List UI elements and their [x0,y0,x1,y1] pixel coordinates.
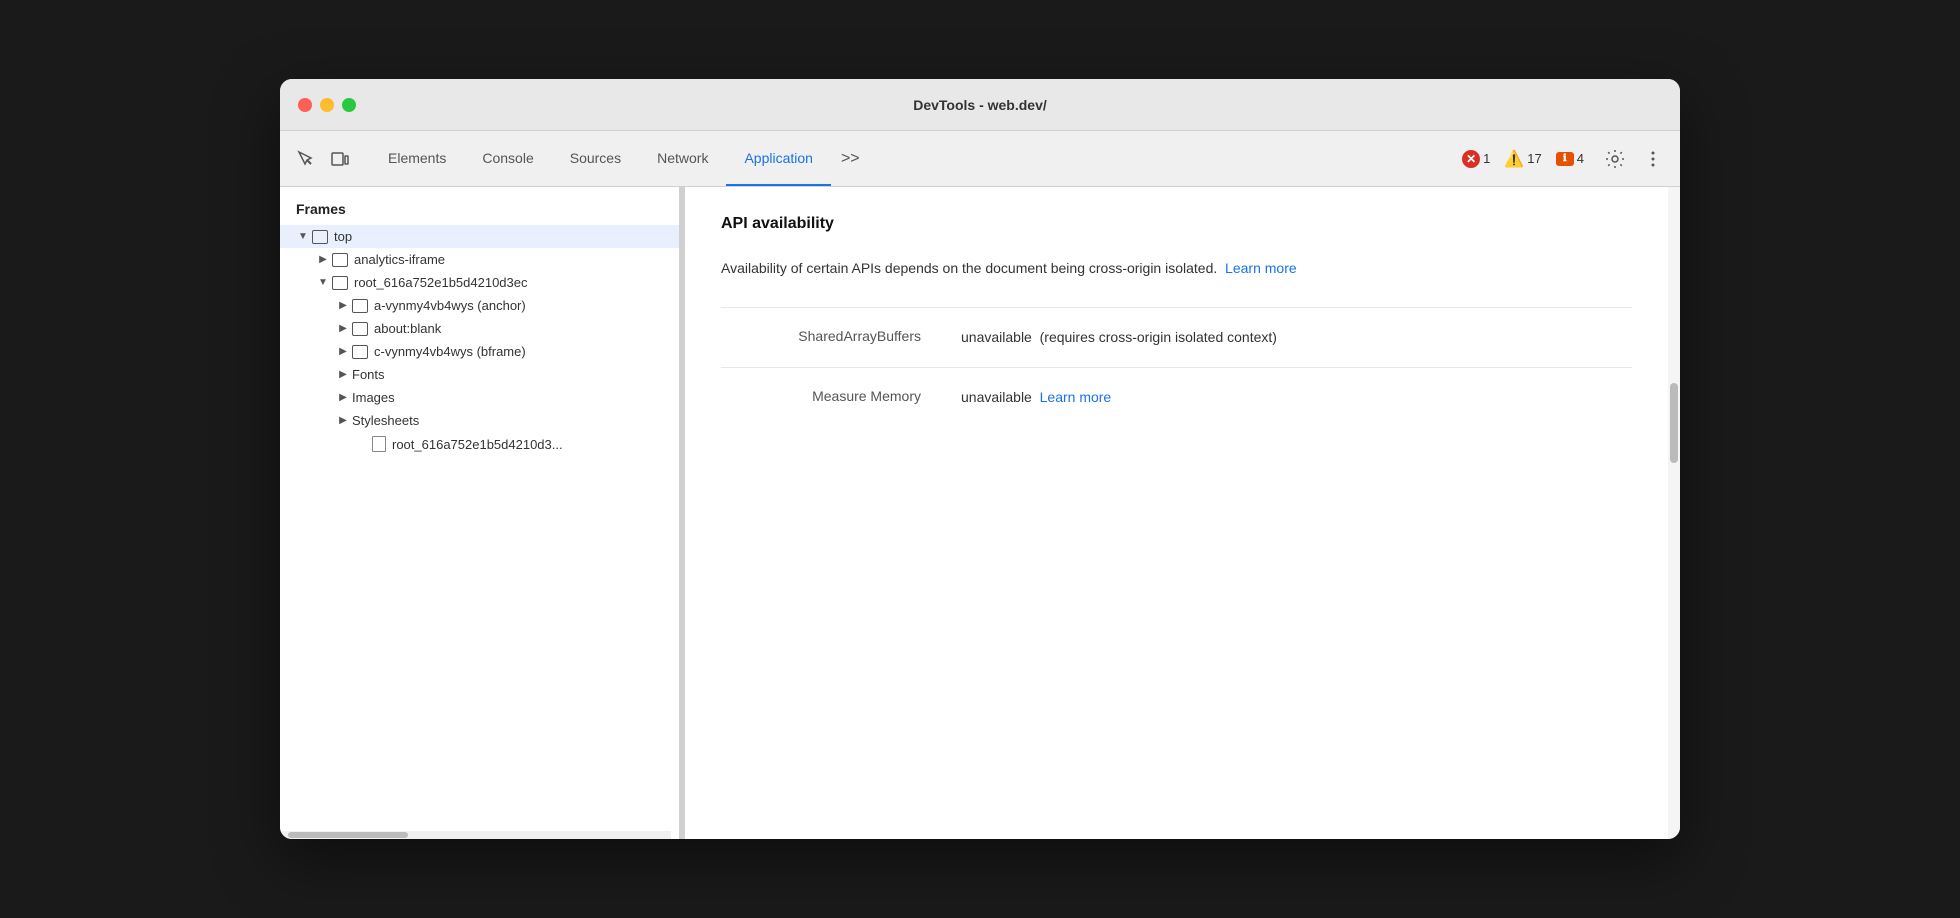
api-row-shared-array-buffers: SharedArrayBuffers unavailable (requires… [721,307,1632,366]
tab-network[interactable]: Network [639,131,726,186]
frame-icon-root [332,276,348,290]
toolbar-icons [292,145,354,173]
window-controls [298,98,356,112]
content-scrollbar[interactable] [1668,187,1680,839]
api-description: Availability of certain APIs depends on … [721,257,1632,279]
api-value-measure-memory: unavailable Learn more [961,386,1632,408]
maximize-button[interactable] [342,98,356,112]
sidebar-horizontal-scrollbar[interactable] [280,831,671,839]
sidebar: Frames top analytics-iframe root_616a752… [280,187,680,839]
content-scrollbar-thumb [1670,383,1678,463]
minimize-button[interactable] [320,98,334,112]
sidebar-item-top[interactable]: top [280,225,679,248]
frame-icon-bframe [352,345,368,359]
api-value-shared-array-buffers: unavailable (requires cross-origin isola… [961,326,1632,348]
titlebar: DevTools - web.dev/ [280,79,1680,131]
tab-console[interactable]: Console [464,131,551,186]
api-table: SharedArrayBuffers unavailable (requires… [721,307,1632,426]
tab-elements[interactable]: Elements [370,131,464,186]
main-area: Frames top analytics-iframe root_616a752… [280,187,1680,839]
sidebar-item-root-file[interactable]: root_616a752e1b5d4210d3... [280,432,679,456]
frame-icon-about-blank [352,322,368,336]
api-label-measure-memory: Measure Memory [721,386,941,407]
sidebar-item-fonts[interactable]: Fonts [280,363,679,386]
tree-arrow-bframe [336,346,350,357]
info-icon: ℹ [1556,152,1574,166]
warning-badge[interactable]: ⚠️ 17 [1504,149,1541,169]
measure-memory-learn-more-link[interactable]: Learn more [1040,389,1112,405]
sidebar-hscroll-thumb [288,832,408,838]
content-panel: API availability Availability of certain… [685,187,1668,839]
toolbar-tabs: Elements Console Sources Network Applica… [370,131,1462,186]
device-toolbar-icon[interactable] [326,145,354,173]
error-badge[interactable]: ✕ 1 [1462,150,1490,168]
tab-sources[interactable]: Sources [552,131,639,186]
toolbar-right: ✕ 1 ⚠️ 17 ℹ 4 [1462,144,1668,174]
settings-button[interactable] [1600,144,1630,174]
tab-application[interactable]: Application [726,131,831,186]
more-options-button[interactable] [1638,144,1668,174]
sidebar-item-anchor[interactable]: a-vynmy4vb4wys (anchor) [280,294,679,317]
toolbar: Elements Console Sources Network Applica… [280,131,1680,187]
warning-icon: ⚠️ [1504,149,1524,169]
select-element-icon[interactable] [292,145,320,173]
api-label-shared-array-buffers: SharedArrayBuffers [721,326,941,347]
tree-arrow-top [296,231,310,242]
frame-icon-analytics [332,253,348,267]
api-row-measure-memory: Measure Memory unavailable Learn more [721,367,1632,426]
file-icon-root [372,436,386,452]
error-icon: ✕ [1462,150,1480,168]
sidebar-item-root[interactable]: root_616a752e1b5d4210d3ec [280,271,679,294]
sidebar-item-analytics-iframe[interactable]: analytics-iframe [280,248,679,271]
tree-arrow-anchor [336,300,350,311]
tree-arrow-images [336,392,350,403]
frame-icon-anchor [352,299,368,313]
sidebar-item-about-blank[interactable]: about:blank [280,317,679,340]
tree-arrow-fonts [336,369,350,380]
sidebar-item-bframe[interactable]: c-vynmy4vb4wys (bframe) [280,340,679,363]
api-learn-more-link[interactable]: Learn more [1225,260,1297,276]
sidebar-section-frames: Frames [280,187,679,225]
more-tabs-button[interactable]: >> [831,131,870,186]
tree-arrow-root [316,277,330,288]
sidebar-item-images[interactable]: Images [280,386,679,409]
tree-arrow-analytics [316,254,330,265]
frame-icon-top [312,230,328,244]
close-button[interactable] [298,98,312,112]
api-availability-title: API availability [721,215,1632,233]
sidebar-item-stylesheets[interactable]: Stylesheets [280,409,679,432]
info-badge[interactable]: ℹ 4 [1556,151,1584,166]
tree-arrow-stylesheets [336,415,350,426]
devtools-window: DevTools - web.dev/ Elements [280,79,1680,839]
tree-arrow-about-blank [336,323,350,334]
window-title: DevTools - web.dev/ [913,97,1047,113]
